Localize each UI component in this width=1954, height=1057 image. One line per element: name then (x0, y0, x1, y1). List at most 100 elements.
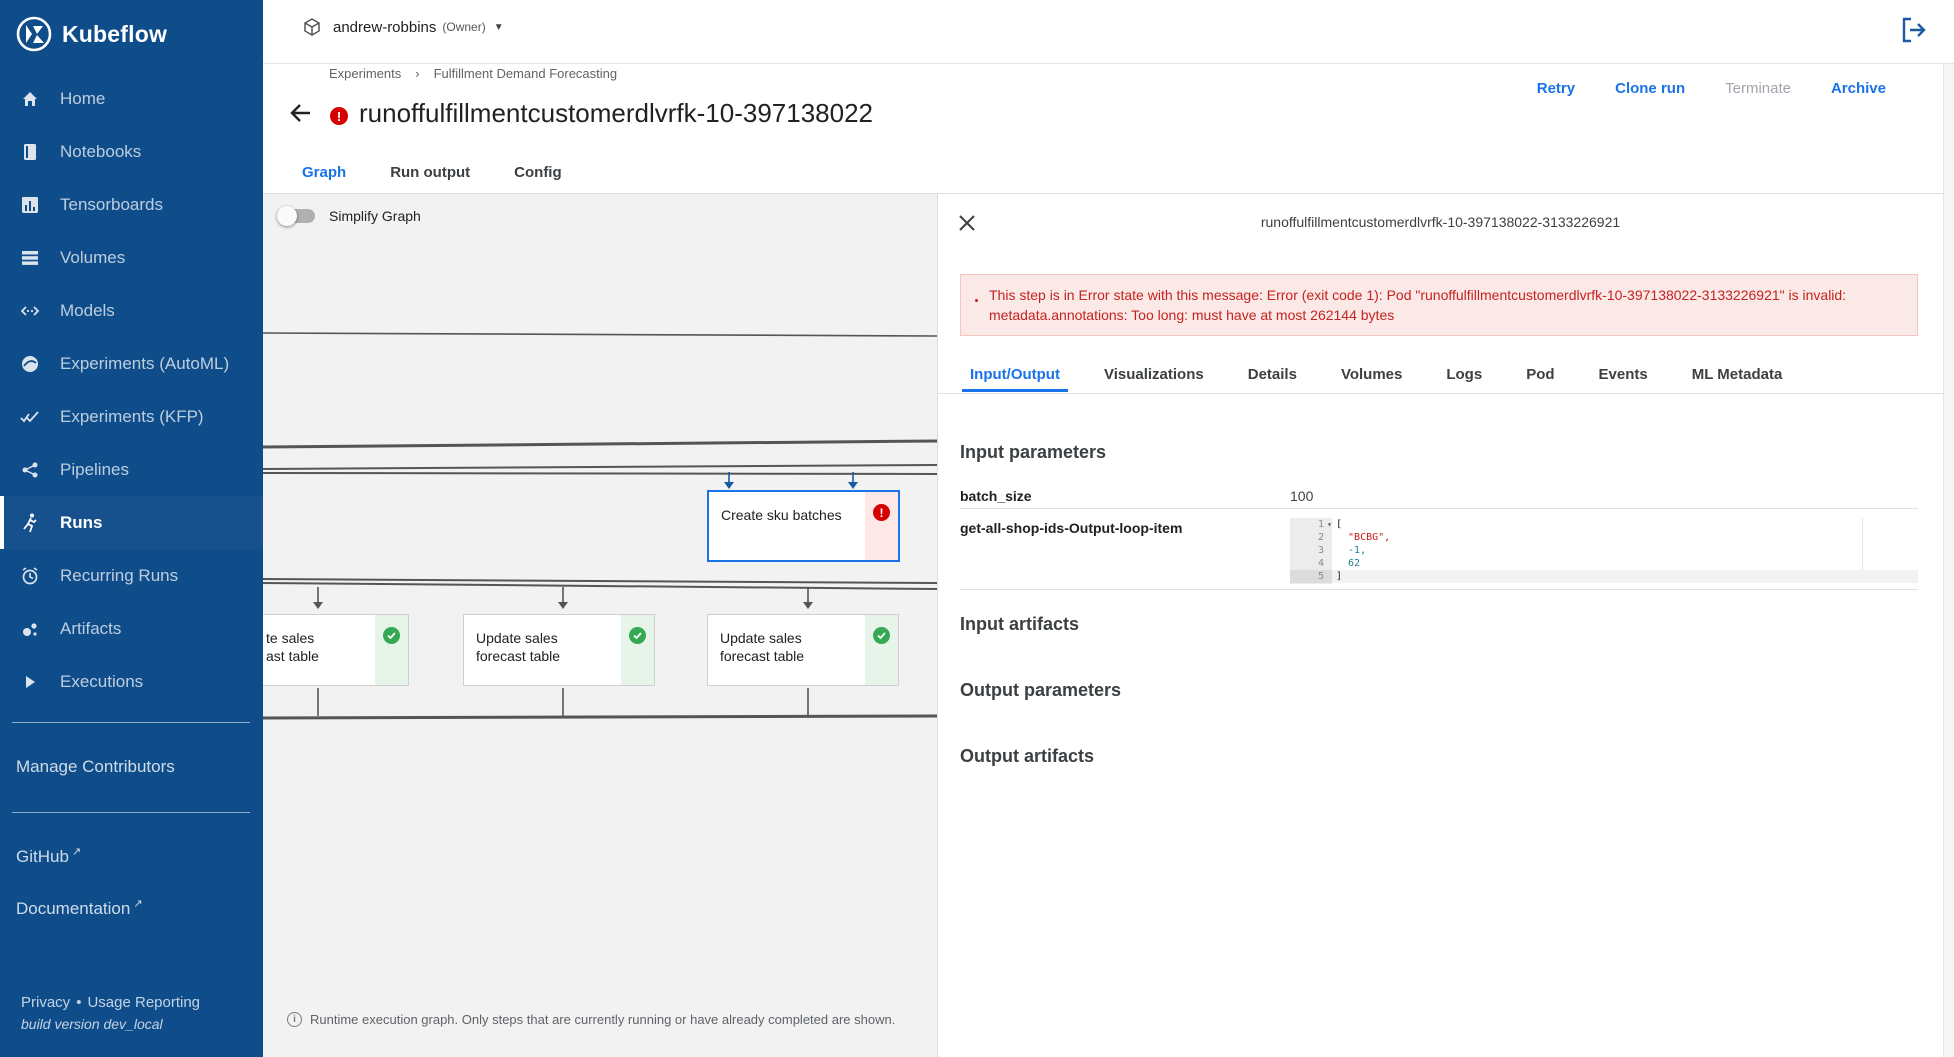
graph-node-update-sales-forecast-table[interactable]: Update sales forecast table (707, 614, 899, 686)
privacy-link[interactable]: Privacy (21, 994, 70, 1011)
notebook-icon (20, 142, 40, 162)
artifacts-icon (20, 619, 40, 639)
sidebar-item-tensorboards[interactable]: Tensorboards (0, 178, 263, 231)
manage-contributors-label: Manage Contributors (16, 757, 175, 776)
sidebar-item-recurring-runs[interactable]: Recurring Runs (0, 549, 263, 602)
graph-node-status (621, 615, 654, 685)
github-link[interactable]: GitHub ↗ (16, 846, 81, 867)
terminate-button[interactable]: Terminate (1705, 80, 1811, 97)
sidebar-item-artifacts[interactable]: Artifacts (0, 602, 263, 655)
param-json-viewer[interactable]: 1 ▾ 2 3 4 5 [ "BCBG", -1, 62 ] (1290, 518, 1918, 584)
sidebar-item-experiments-kfp[interactable]: Experiments (KFP) (0, 390, 263, 443)
usage-reporting-link[interactable]: Usage Reporting (87, 994, 200, 1011)
breadcrumb: Experiments › Fulfillment Demand Forecas… (329, 66, 617, 81)
tab-config[interactable]: Config (514, 160, 561, 194)
selected-node-id: runoffulfillmentcustomerdlvrfk-10-397138… (1260, 214, 1621, 230)
sidebar-item-runs[interactable]: Runs (0, 496, 263, 549)
code-line: -1, (1336, 545, 1367, 556)
input-parameters-heading: Input parameters (960, 442, 1107, 462)
edge-arrowhead (724, 482, 734, 489)
graph-node-update-sales-forecast-table[interactable]: Update sales forecast table (463, 614, 655, 686)
node-details-panel: runoffulfillmentcustomerdlvrfk-10-397138… (938, 194, 1943, 1057)
active-line-highlight (1332, 570, 1918, 583)
sidebar-divider (12, 722, 250, 723)
code-line: ] (1336, 571, 1343, 582)
runs-icon (20, 513, 40, 533)
tab-graph[interactable]: Graph (295, 160, 353, 200)
tab-pod[interactable]: Pod (1526, 366, 1554, 383)
output-parameters-heading: Output parameters (960, 680, 1122, 700)
github-label: GitHub (16, 847, 69, 866)
graph-edge (263, 439, 937, 449)
graph-node-status (375, 615, 408, 685)
tab-volumes[interactable]: Volumes (1341, 366, 1402, 383)
sidebar-item-executions[interactable]: Executions (0, 655, 263, 708)
separator-dot: • (76, 994, 82, 1011)
sidebar-item-notebooks[interactable]: Notebooks (0, 125, 263, 178)
graph-edge (263, 714, 937, 720)
clone-run-button[interactable]: Clone run (1595, 80, 1705, 97)
node-detail-tabs: Input/Output Visualizations Details Volu… (962, 366, 1826, 392)
sidebar-item-label: Home (60, 88, 106, 108)
sidebar-item-label: Experiments (KFP) (60, 406, 204, 426)
external-link-icon: ↗ (133, 898, 143, 910)
manage-contributors-link[interactable]: Manage Contributors (16, 757, 175, 777)
tab-logs[interactable]: Logs (1446, 366, 1482, 383)
logout-icon[interactable] (1900, 16, 1928, 44)
sidebar-item-label: Volumes (60, 247, 126, 267)
retry-button[interactable]: Retry (1517, 80, 1595, 97)
chevron-right-icon: › (415, 66, 420, 81)
graph-edge (263, 582, 937, 590)
archive-button[interactable]: Archive (1811, 80, 1886, 97)
sidebar-item-volumes[interactable]: Volumes (0, 231, 263, 284)
edge-arrowhead (313, 602, 323, 609)
line-number: 4 (1317, 558, 1324, 569)
edge-arrowhead (848, 482, 858, 489)
simplify-graph-toggle[interactable]: Simplify Graph (277, 206, 421, 226)
line-number: 3 (1317, 545, 1324, 556)
sidebar-item-experiments-automl[interactable]: Experiments (AutoML) (0, 337, 263, 390)
tab-ml-metadata[interactable]: ML Metadata (1692, 366, 1783, 383)
sidebar-item-home[interactable]: Home (0, 72, 263, 125)
error-message: This step is in Error state with this me… (989, 287, 1847, 323)
error-status-icon: ! (873, 504, 890, 521)
brand[interactable]: Kubeflow (16, 14, 167, 54)
code-line: "BCBG", (1336, 532, 1391, 543)
tab-details[interactable]: Details (1248, 366, 1297, 383)
page-scrollbar[interactable] (1943, 64, 1954, 1057)
tab-events[interactable]: Events (1599, 366, 1648, 383)
tab-input-output[interactable]: Input/Output (962, 366, 1068, 392)
code-lines: [ "BCBG", -1, 62 ] (1336, 518, 1390, 583)
documentation-link[interactable]: Documentation ↗ (16, 898, 143, 919)
tab-visualizations[interactable]: Visualizations (1104, 366, 1204, 383)
namespace-selector[interactable]: andrew-robbins (Owner) ▼ (303, 18, 504, 36)
tensorboard-icon (20, 195, 40, 215)
simplify-graph-label: Simplify Graph (329, 208, 421, 224)
graph-edge (263, 332, 937, 337)
sidebar-item-label: Experiments (AutoML) (60, 353, 230, 373)
chevron-down-icon: ▼ (493, 21, 504, 33)
graph-node-update-sales-forecast-table[interactable]: te sales ast table (263, 614, 409, 686)
sidebar-item-label: Models (60, 300, 115, 320)
home-icon (20, 89, 40, 109)
edge-arrowhead (558, 602, 568, 609)
tab-run-output[interactable]: Run output (390, 160, 470, 194)
line-number: 5 (1290, 570, 1332, 583)
back-arrow-icon[interactable] (288, 100, 314, 126)
breadcrumb-experiments[interactable]: Experiments (329, 66, 401, 81)
graph-node-create-sku-batches[interactable]: Create sku batches ! (707, 490, 900, 562)
namespace-cube-icon (304, 18, 320, 36)
simplify-graph-switch[interactable] (277, 206, 315, 226)
volumes-icon (20, 248, 40, 268)
sidebar-item-models[interactable]: Models (0, 284, 263, 337)
graph-edge (263, 578, 937, 584)
code-line: 62 (1336, 558, 1361, 569)
breadcrumb-experiment[interactable]: Fulfillment Demand Forecasting (434, 66, 618, 81)
fold-arrow-icon[interactable]: ▾ (1327, 518, 1332, 531)
code-viewer-margin (1862, 518, 1863, 570)
sidebar-item-label: Notebooks (60, 141, 142, 161)
line-number: 2 (1317, 532, 1324, 543)
run-graph-panel[interactable]: Simplify Graph Create sku batches ! te s… (263, 194, 938, 1057)
sidebar-item-label: Executions (60, 671, 144, 691)
sidebar-item-pipelines[interactable]: Pipelines (0, 443, 263, 496)
